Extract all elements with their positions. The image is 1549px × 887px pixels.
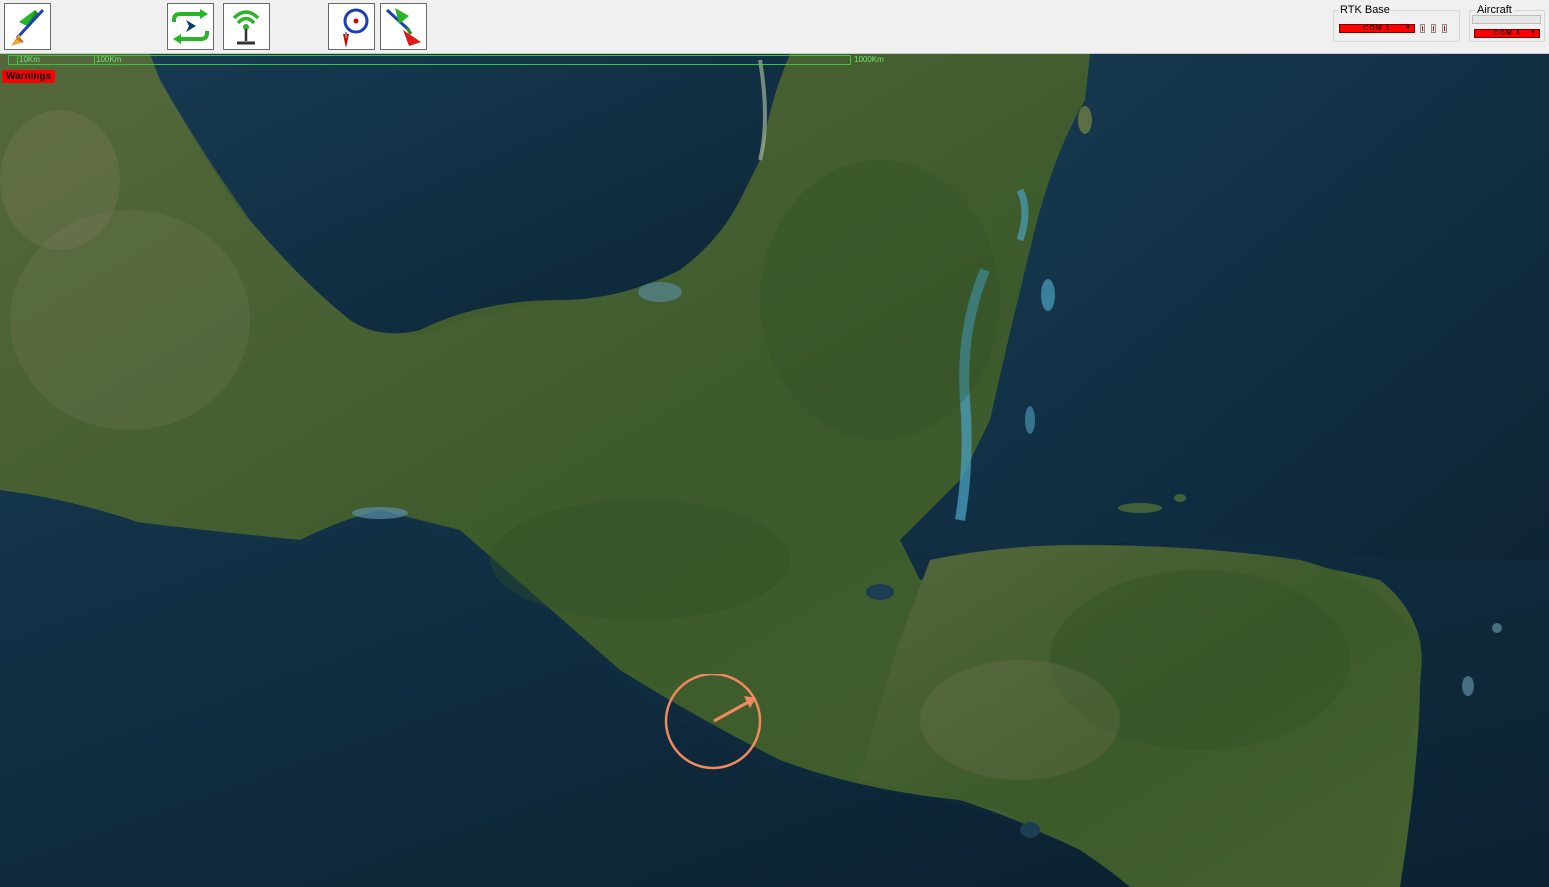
aircraft-return-icon <box>385 8 421 46</box>
aircraft-com-value: COM 4 <box>1493 30 1521 37</box>
main-toolbar: RTK Base COM 1 ▼ Aircraft COM 4 ▼ <box>0 0 1549 54</box>
rtk-indicator-1 <box>1420 24 1425 33</box>
target-point-button[interactable] <box>328 3 375 50</box>
rtk-base-label: RTK Base <box>1338 4 1392 17</box>
aircraft-link-bar <box>1472 15 1541 24</box>
warnings-badge[interactable]: Warnings <box>2 70 56 83</box>
scale-tick <box>17 56 18 65</box>
rtk-base-status-group: RTK Base COM 1 ▼ <box>1333 2 1460 42</box>
scale-label-10km: 10Km <box>19 55 40 64</box>
rtk-indicator-2 <box>1431 24 1436 33</box>
aircraft-position-marker[interactable] <box>664 672 764 771</box>
antenna-tower-icon <box>232 10 260 45</box>
rtk-indicator-3 <box>1442 24 1447 33</box>
scale-tick <box>94 56 95 65</box>
scale-label-1000km: 1000Km <box>854 55 884 64</box>
rtk-base-com-select[interactable]: COM 1 ▼ <box>1339 24 1415 33</box>
scale-label-100km: 100Km <box>96 55 122 64</box>
connect-aircraft-button[interactable] <box>4 3 51 50</box>
flight-loop-button[interactable] <box>167 3 214 50</box>
chevron-down-icon: ▼ <box>1405 25 1412 31</box>
aircraft-status-group: Aircraft COM 4 ▼ <box>1469 2 1545 42</box>
flight-loop-icon <box>172 9 209 44</box>
return-aircraft-button[interactable] <box>380 3 427 50</box>
aircraft-position-icon <box>664 672 762 770</box>
rtk-base-com-value: COM 1 <box>1363 25 1391 32</box>
satellite-imagery <box>0 54 1549 887</box>
satellite-map[interactable] <box>0 54 1549 887</box>
rtk-base-button[interactable] <box>223 3 270 50</box>
map-scale-bar <box>8 55 851 65</box>
scale-tick <box>850 56 851 65</box>
aircraft-com-select[interactable]: COM 4 ▼ <box>1474 29 1540 38</box>
aircraft-connect-icon <box>11 8 45 46</box>
target-pin-icon <box>343 8 369 48</box>
chevron-down-icon: ▼ <box>1530 30 1537 36</box>
